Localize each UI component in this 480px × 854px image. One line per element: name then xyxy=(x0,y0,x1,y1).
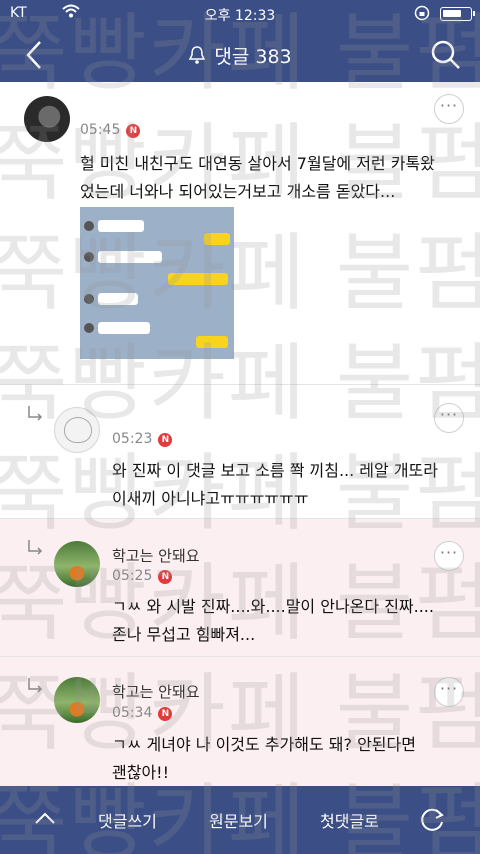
more-options-button[interactable]: ··· xyxy=(434,541,464,571)
attached-chat-screenshot[interactable] xyxy=(80,207,234,359)
comment-text-line: 존나 무섭고 힘빠져... xyxy=(112,625,256,644)
comment-meta: 05:25 N xyxy=(112,568,173,584)
nickname[interactable]: 학고는 안돼요 xyxy=(112,681,200,702)
reply-item: 학고는 안돼요 05:25 N ··· ㄱㅆ 와 시발 진짜....와....말이… xyxy=(0,519,480,657)
comment-text: ㄱㅆ 와 시발 진짜....와....말이 안나온다 진짜.... 존나 무섭고… xyxy=(112,593,434,649)
bottom-toolbar: 댓글쓰기 원문보기 첫댓글로 xyxy=(0,786,480,854)
more-options-button[interactable]: ··· xyxy=(434,403,464,433)
comment-text-line: 괜찮아!! xyxy=(112,763,169,782)
comment-text-line: ㄱㅆ 게녀야 나 이것도 추가해도 돼? 안된다면 xyxy=(112,735,416,754)
bell-icon[interactable] xyxy=(188,45,206,65)
comment-text-line: ㄱㅆ 와 시발 진짜....와....말이 안나온다 진짜.... xyxy=(112,597,434,616)
top-navigation-bar: 댓글 383 xyxy=(0,28,480,82)
new-badge: N xyxy=(158,433,173,447)
comment-text: 헐 미친 내친구도 대연동 살아서 7월달에 저런 카톡왔 었는데 너와나 되어… xyxy=(80,150,435,206)
new-badge: N xyxy=(158,707,173,721)
new-badge: N xyxy=(126,124,141,138)
comment-time: 05:23 xyxy=(112,431,153,447)
comment-text: 와 진짜 이 댓글 보고 소름 쫙 끼침... 레알 개또라 이새끼 아니냐고ㅠ… xyxy=(112,457,438,513)
status-bar: KT 오후 12:33 xyxy=(0,0,480,28)
reply-arrow-icon xyxy=(28,678,43,693)
comment-item: 05:45 N ··· 헐 미친 내친구도 대연동 살아서 7월달에 저런 카톡왔… xyxy=(0,82,480,385)
reply-arrow-icon xyxy=(28,406,43,421)
comment-time: 05:25 xyxy=(112,568,153,584)
avatar[interactable] xyxy=(54,677,100,723)
comment-meta: 05:23 N xyxy=(112,431,173,447)
comment-meta: 05:45 N xyxy=(80,122,141,138)
comment-text-line: 었는데 너와나 되어있는거보고 개소름 돋았다... xyxy=(80,182,396,201)
comment-time: 05:34 xyxy=(112,705,153,721)
comment-text: ㄱㅆ 게녀야 나 이것도 추가해도 돼? 안된다면 괜찮아!! xyxy=(112,731,416,787)
reply-arrow-icon xyxy=(28,540,43,555)
page-title: 댓글 383 xyxy=(0,42,480,69)
reply-item: 학고는 안돼요 05:34 N ··· ㄱㅆ 게녀야 나 이것도 추가해도 돼? … xyxy=(0,657,480,786)
more-options-button[interactable]: ··· xyxy=(434,677,464,707)
battery-icon xyxy=(440,7,475,21)
nickname[interactable]: 학고는 안돼요 xyxy=(112,545,200,566)
reply-item: 05:23 N ··· 와 진짜 이 댓글 보고 소름 쫙 끼침... 레알 개또… xyxy=(0,385,480,519)
comment-meta: 05:34 N xyxy=(112,705,173,721)
scroll-top-chevron-icon[interactable] xyxy=(34,810,56,826)
first-comment-button[interactable]: 첫댓글로 xyxy=(320,808,379,832)
comment-count-title: 댓글 383 xyxy=(214,46,292,68)
view-original-button[interactable]: 원문보기 xyxy=(209,808,268,832)
new-badge: N xyxy=(158,570,173,584)
comment-text-line: 이새끼 아니냐고ㅠㅠㅠㅠㅠㅠ xyxy=(112,489,309,508)
avatar[interactable] xyxy=(54,541,100,587)
comment-text-line: 와 진짜 이 댓글 보고 소름 쫙 끼침... 레알 개또라 xyxy=(112,461,438,480)
rotation-lock-icon xyxy=(414,5,430,21)
refresh-icon[interactable] xyxy=(418,806,446,834)
avatar[interactable] xyxy=(54,407,100,453)
clock: 오후 12:33 xyxy=(204,8,276,24)
comment-text-line: 헐 미친 내친구도 대연동 살아서 7월달에 저런 카톡왔 xyxy=(80,154,435,173)
comment-time: 05:45 xyxy=(80,122,121,138)
avatar[interactable] xyxy=(24,96,70,142)
search-icon[interactable] xyxy=(430,39,462,71)
write-comment-button[interactable]: 댓글쓰기 xyxy=(98,808,157,832)
more-options-button[interactable]: ··· xyxy=(434,94,464,124)
